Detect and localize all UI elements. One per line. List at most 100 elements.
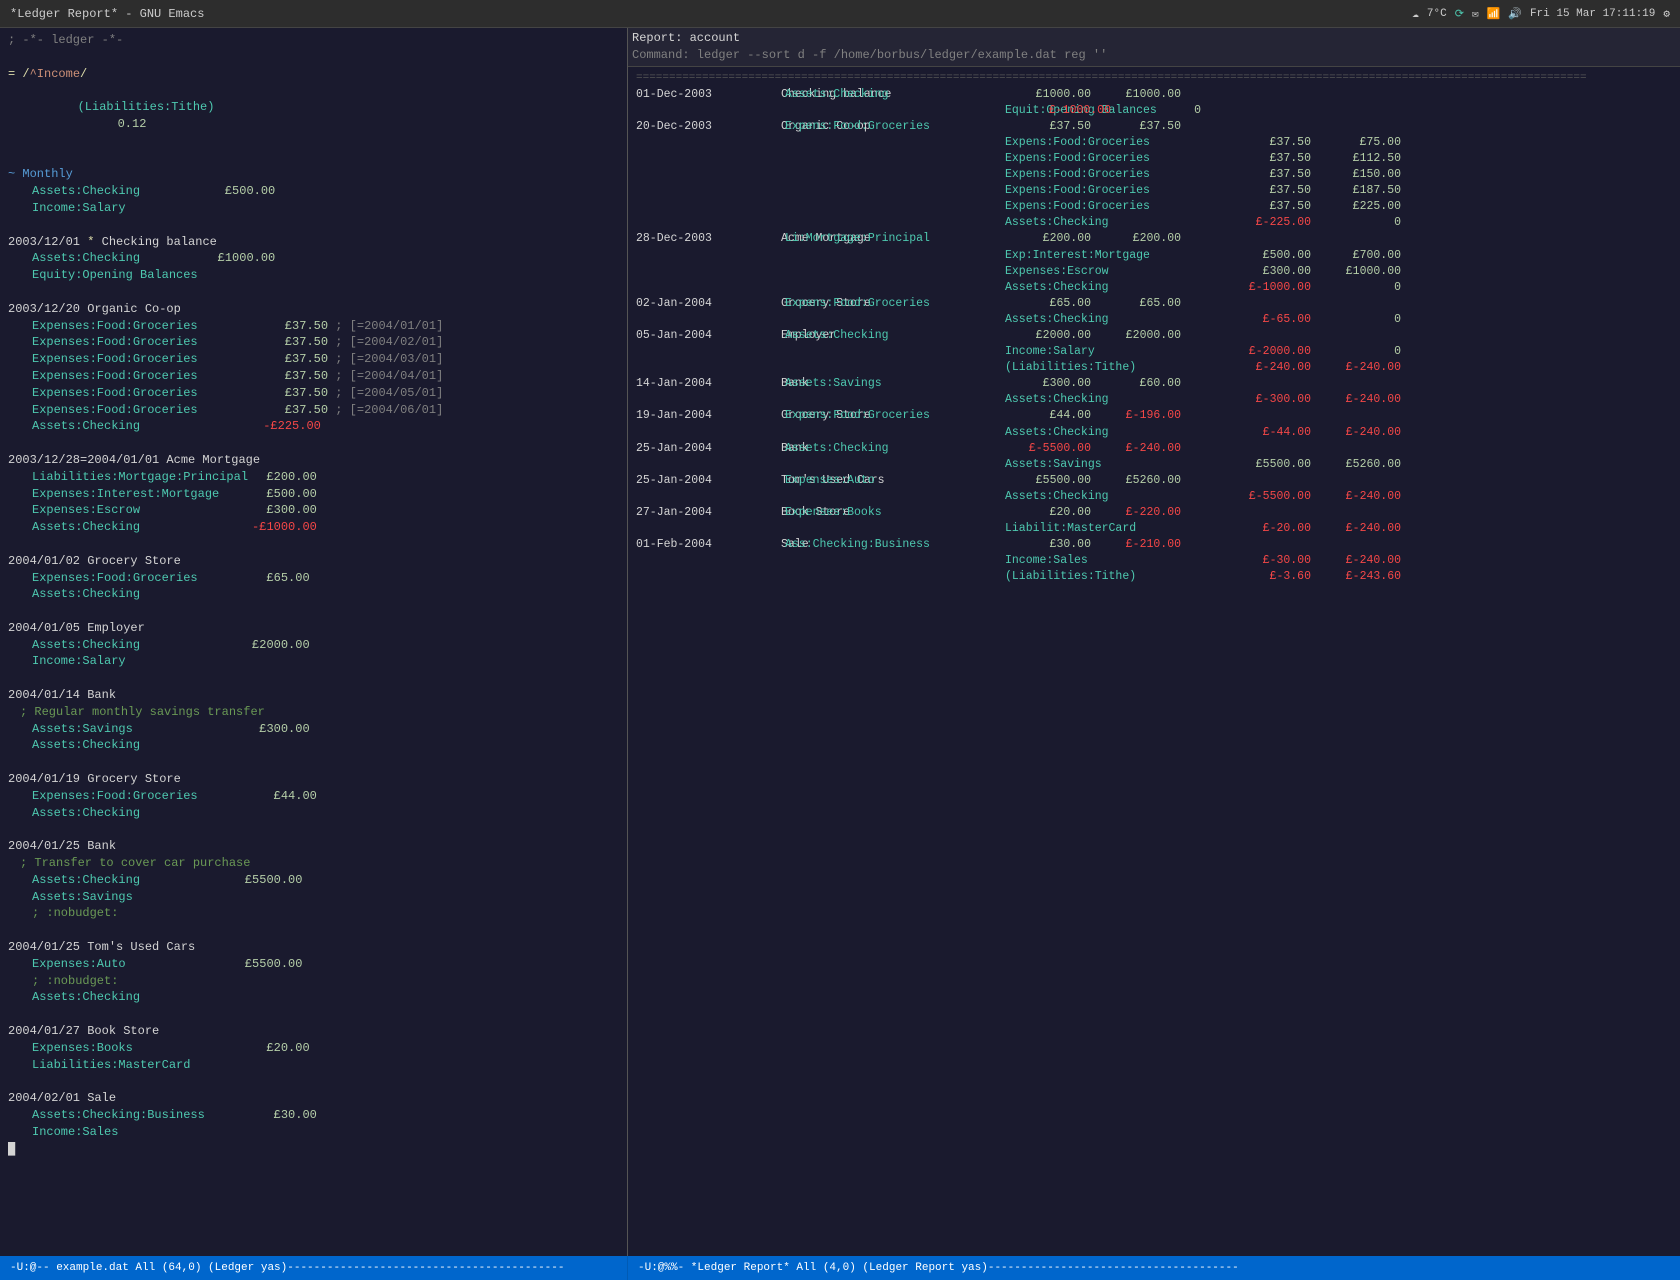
report-row-7: Expens:Food:Groceries£37.50£187.50	[636, 183, 1672, 199]
blank-8	[8, 670, 619, 687]
tx-20040125-bank-header: 2004/01/25 Bank	[8, 838, 619, 855]
tx-20040114-2: Assets:Checking	[8, 737, 619, 754]
blank-13	[8, 1073, 619, 1090]
blank-2	[8, 150, 619, 167]
tx-20040102-1: Expenses:Food:Groceries £65.00	[8, 570, 619, 587]
report-row-3: 20-Dec-2003Organic Co-op Expens:Food:Gro…	[636, 119, 1672, 135]
report-row-13: Assets:Checking£-1000.000	[636, 280, 1672, 296]
tx-20040201-1: Assets:Checking:Business £30.00	[8, 1107, 619, 1124]
tx-20040125-bank-1: Assets:Checking £5500.00	[8, 872, 619, 889]
tithe-entry: (Liabilities:Tithe) 0.12	[8, 82, 619, 149]
assets-checking-monthly: Assets:Checking £500.00	[8, 183, 619, 200]
report-content: ========================================…	[628, 67, 1680, 1256]
editor-content: ; -*- ledger -*- = /^Income/ (Liabilitie…	[0, 28, 627, 1256]
report-row-18: (Liabilities:Tithe)£-240.00£-240.00	[636, 360, 1672, 376]
blank-9	[8, 754, 619, 771]
report-row-2: Equit:Opening Balances£-1000.000	[636, 103, 1672, 119]
report-row-1: 01-Dec-2003Checking balance Assets:Check…	[636, 87, 1672, 103]
right-statusbar: -U:@%%- *Ledger Report* All (4,0) (Ledge…	[628, 1256, 1680, 1280]
tx-20031228-2: Expenses:Interest:Mortgage £500.00	[8, 486, 619, 503]
report-row-6: Expens:Food:Groceries£37.50£150.00	[636, 167, 1672, 183]
left-statusbar: -U:@-- example.dat All (64,0) (Ledger ya…	[0, 1256, 628, 1280]
tx-20031220-1: Expenses:Food:Groceries £37.50 ; [=2004/…	[8, 318, 619, 335]
report-row-4: Expens:Food:Groceries£37.50£75.00	[636, 135, 1672, 151]
tx-20031220-4: Expenses:Food:Groceries £37.50 ; [=2004/…	[8, 368, 619, 385]
report-row-19: 14-Jan-2004Bank Assets:Savings£300.00£60…	[636, 376, 1672, 392]
tx-20031220-5: Expenses:Food:Groceries £37.50 ; [=2004/…	[8, 385, 619, 402]
report-title: Report: account	[632, 30, 1676, 47]
separator: ========================================…	[636, 71, 1672, 87]
cursor-line: █	[8, 1141, 619, 1158]
tx-20040119-2: Assets:Checking	[8, 805, 619, 822]
report-command: Command: ledger --sort d -f /home/borbus…	[632, 47, 1676, 64]
tx-20031228-4: Assets:Checking -£1000.00	[8, 519, 619, 536]
datetime: Fri 15 Mar 17:11:19	[1530, 8, 1655, 20]
tx-20031228-3: Expenses:Escrow £300.00	[8, 502, 619, 519]
tx-20040114-1: Assets:Savings £300.00	[8, 721, 619, 738]
monthly-header: ~ Monthly	[8, 166, 619, 183]
right-pane: Report: account Command: ledger --sort d…	[628, 28, 1680, 1256]
tx-20031201-1: Assets:Checking £1000.00	[8, 250, 619, 267]
tx-20040125-bank-tag: ; :nobudget:	[8, 905, 619, 922]
tx-20031220-3: Expenses:Food:Groceries £37.50 ; [=2004/…	[8, 351, 619, 368]
titlebar-right: ☁ 7°C ⟳ ✉ 📶 🔊 Fri 15 Mar 17:11:19 ⚙	[1412, 7, 1670, 21]
report-row-12: Expenses:Escrow£300.00£1000.00	[636, 264, 1672, 280]
tx-20031228-1: Liabilities:Mortgage:Principal £200.00	[8, 469, 619, 486]
blank-3	[8, 217, 619, 234]
left-pane: ; -*- ledger -*- = /^Income/ (Liabilitie…	[0, 28, 628, 1256]
report-row-30: Income:Sales£-30.00£-240.00	[636, 553, 1672, 569]
tx-20040125-cars-header: 2004/01/25 Tom's Used Cars	[8, 939, 619, 956]
tx-20040102-header: 2004/01/02 Grocery Store	[8, 553, 619, 570]
report-row-28: Liabilit:MasterCard£-20.00£-240.00	[636, 521, 1672, 537]
report-row-15: Assets:Checking£-65.000	[636, 312, 1672, 328]
refresh-icon[interactable]: ⟳	[1455, 7, 1464, 21]
email-icon[interactable]: ✉	[1472, 7, 1479, 21]
report-row-8: Expens:Food:Groceries£37.50£225.00	[636, 199, 1672, 215]
tx-20040125-bank-2: Assets:Savings	[8, 889, 619, 906]
left-status-text: -U:@-- example.dat All (64,0) (Ledger ya…	[10, 1262, 565, 1274]
report-row-22: Assets:Checking£-44.00£-240.00	[636, 425, 1672, 441]
tx-20040125-cars-2: Assets:Checking	[8, 989, 619, 1006]
tx-20040114-comment: ; Regular monthly savings transfer	[8, 704, 619, 721]
report-row-20: Assets:Checking£-300.00£-240.00	[636, 392, 1672, 408]
blank-4	[8, 284, 619, 301]
report-header: Report: account Command: ledger --sort d…	[628, 28, 1680, 67]
right-status-text: -U:@%%- *Ledger Report* All (4,0) (Ledge…	[638, 1262, 1239, 1274]
tx-20040127-header: 2004/01/27 Book Store	[8, 1023, 619, 1040]
volume-icon[interactable]: 🔊	[1508, 7, 1522, 21]
report-row-23: 25-Jan-2004Bank Assets:Checking£-5500.00…	[636, 441, 1672, 457]
tx-20040201-header: 2004/02/01 Sale	[8, 1090, 619, 1107]
tx-20031201-2: Equity:Opening Balances	[8, 267, 619, 284]
tx-20040125-bank-comment: ; Transfer to cover car purchase	[8, 855, 619, 872]
tx-20040127-1: Expenses:Books £20.00	[8, 1040, 619, 1057]
report-row-5: Expens:Food:Groceries£37.50£112.50	[636, 151, 1672, 167]
tx-20031201-header: 2003/12/01 * Checking balance	[8, 234, 619, 251]
tx-20031220-7: Assets:Checking -£225.00	[8, 418, 619, 435]
weather-icon: ☁	[1412, 7, 1419, 21]
main-area: ; -*- ledger -*- = /^Income/ (Liabilitie…	[0, 28, 1680, 1256]
tx-20040105-header: 2004/01/05 Employer	[8, 620, 619, 637]
tx-20040105-1: Assets:Checking £2000.00	[8, 637, 619, 654]
report-row-27: 27-Jan-2004Book Store Expenses:Books£20.…	[636, 505, 1672, 521]
report-row-29: 01-Feb-2004Sale Ass:Checking:Business£30…	[636, 537, 1672, 553]
blank-12	[8, 1006, 619, 1023]
report-row-14: 02-Jan-2004Grocery Store Expens:Food:Gro…	[636, 296, 1672, 312]
tx-20040127-2: Liabilities:MasterCard	[8, 1057, 619, 1074]
tx-20031220-6: Expenses:Food:Groceries £37.50 ; [=2004/…	[8, 402, 619, 419]
report-row-11: Exp:Interest:Mortgage£500.00£700.00	[636, 248, 1672, 264]
settings-icon[interactable]: ⚙	[1663, 7, 1670, 21]
network-icon: 📶	[1487, 7, 1501, 21]
tx-20031220-header: 2003/12/20 Organic Co-op	[8, 301, 619, 318]
tx-20040201-2: Income:Sales	[8, 1124, 619, 1141]
tx-20040114-header: 2004/01/14 Bank	[8, 687, 619, 704]
titlebar: *Ledger Report* - GNU Emacs ☁ 7°C ⟳ ✉ 📶 …	[0, 0, 1680, 28]
tx-20040105-2: Income:Salary	[8, 653, 619, 670]
report-row-9: Assets:Checking£-225.000	[636, 215, 1672, 231]
income-salary-monthly: Income:Salary	[8, 200, 619, 217]
blank-6	[8, 536, 619, 553]
statusbar: -U:@-- example.dat All (64,0) (Ledger ya…	[0, 1256, 1680, 1280]
tx-20040125-cars-tag: ; :nobudget:	[8, 973, 619, 990]
report-row-16: 05-Jan-2004Employer Assets:Checking£2000…	[636, 328, 1672, 344]
tx-20040119-header: 2004/01/19 Grocery Store	[8, 771, 619, 788]
report-row-31: (Liabilities:Tithe)£-3.60£-243.60	[636, 569, 1672, 585]
